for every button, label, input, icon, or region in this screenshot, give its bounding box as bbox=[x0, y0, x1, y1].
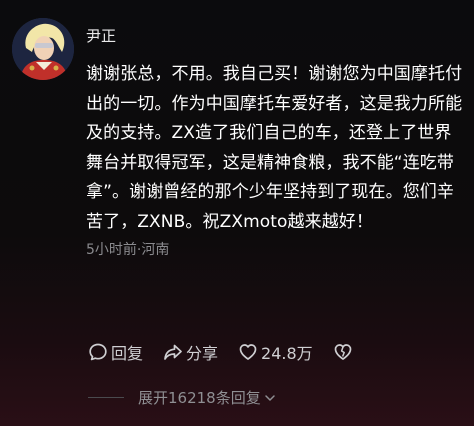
comment-meta: 5小时前·河南 bbox=[86, 242, 170, 258]
reply-button[interactable]: 回复 bbox=[88, 340, 143, 364]
avatar[interactable] bbox=[12, 18, 74, 80]
expand-replies-label: 展开16218条回复 bbox=[138, 389, 261, 407]
comment-text: 谢谢张总，不用。我自己买！谢谢您为中国摩托付出的一切。作为中国摩托车爱好者，这是… bbox=[86, 64, 463, 232]
share-arrow-icon bbox=[164, 344, 182, 360]
share-button[interactable]: 分享 bbox=[163, 340, 218, 364]
share-label: 分享 bbox=[186, 344, 219, 363]
comment-actions: 回复 分享 24.8万 bbox=[88, 340, 376, 364]
heart-icon bbox=[239, 344, 257, 360]
chevron-down-icon bbox=[264, 394, 275, 401]
avatar-image bbox=[12, 18, 74, 80]
reply-label: 回复 bbox=[111, 344, 144, 363]
reply-bubble-icon bbox=[89, 343, 107, 361]
like-button[interactable]: 24.8万 bbox=[238, 340, 313, 364]
dislike-button[interactable] bbox=[333, 342, 356, 362]
broken-heart-icon bbox=[334, 344, 352, 360]
divider-line bbox=[88, 397, 124, 398]
username[interactable]: 尹正 bbox=[86, 26, 464, 46]
comment-content: 尹正 谢谢张总，不用。我自己买！谢谢您为中国摩托付出的一切。作为中国摩托车爱好者… bbox=[86, 14, 464, 260]
expand-replies-button[interactable]: 展开16218条回复 bbox=[88, 387, 277, 408]
like-count: 24.8万 bbox=[261, 344, 313, 363]
